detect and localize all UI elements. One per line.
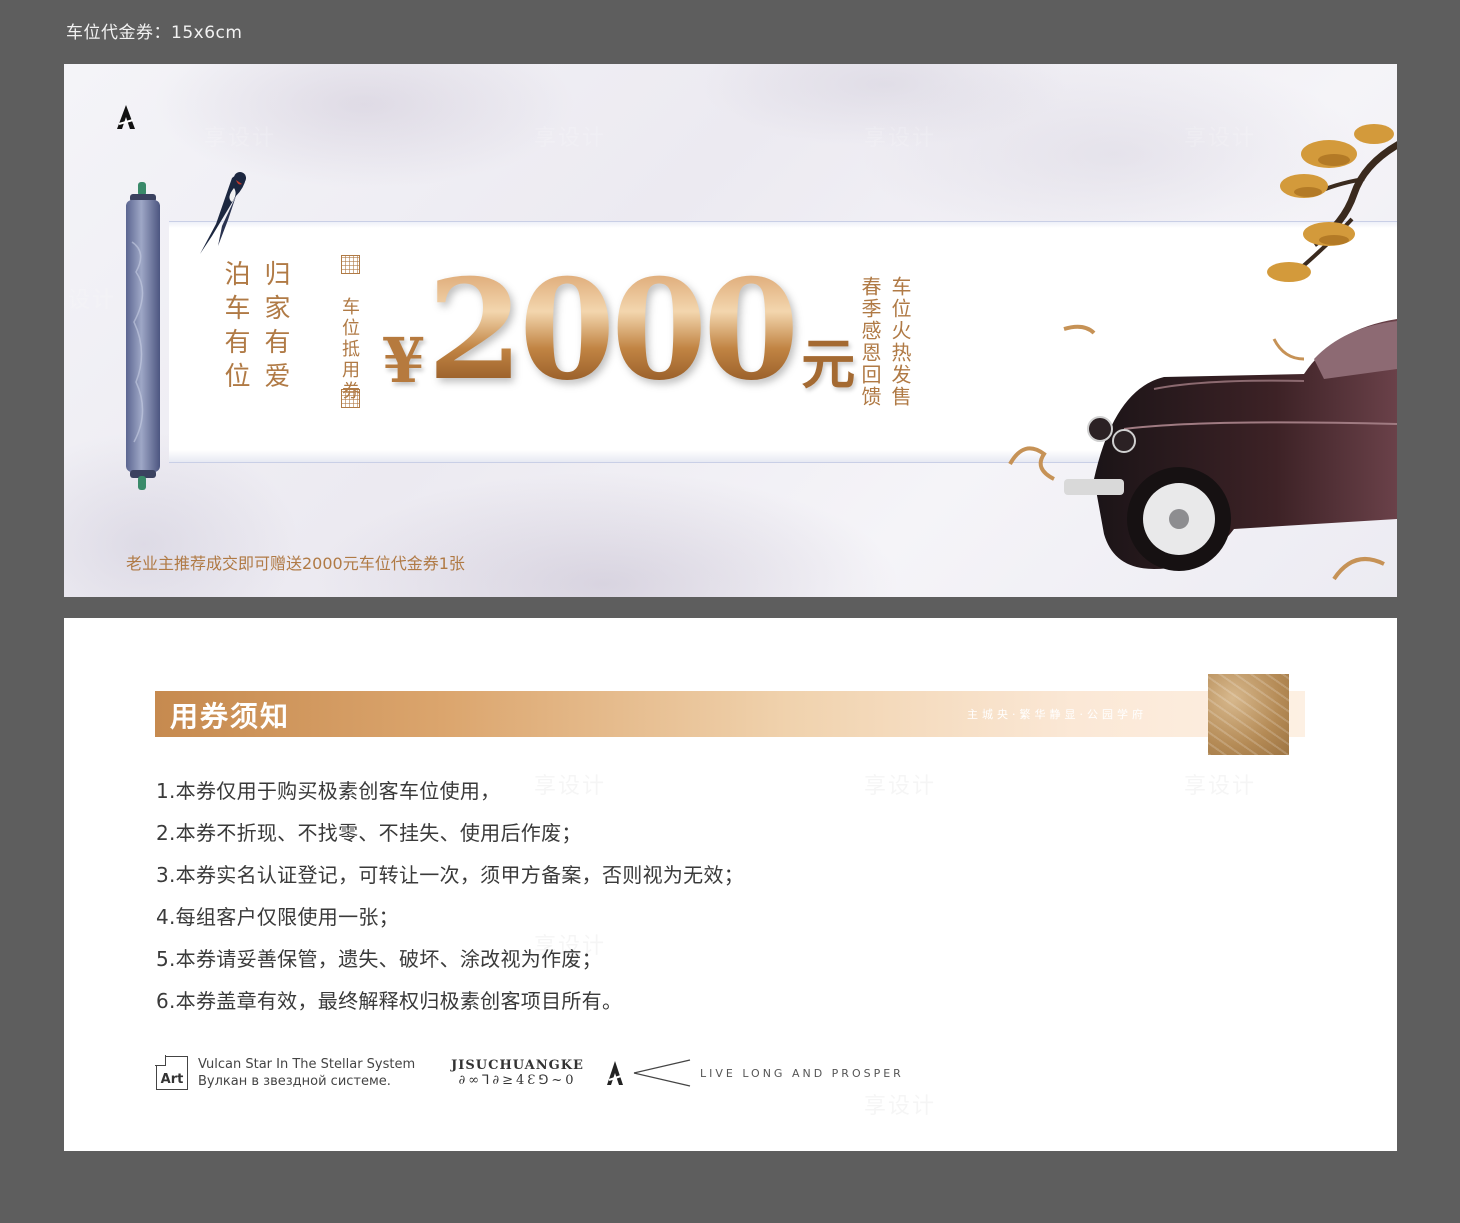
swallow-icon	[200, 172, 246, 254]
notice-title: 用券须知	[170, 700, 291, 733]
watermark: 享设计	[534, 126, 607, 151]
spec-label: 车位代金券：15x6cm	[66, 23, 243, 43]
pine-icon	[1267, 124, 1397, 282]
seal-icon	[341, 389, 360, 408]
watermark: 享设计	[204, 126, 277, 151]
promo-column: 车位火热发售	[888, 276, 912, 408]
slogan-column: 归家有爱	[260, 260, 290, 396]
rule-item: 6.本券盖章有效，最终解释权归极素创客项目所有。	[156, 989, 623, 1013]
footnote: 老业主推荐成交即可赠送2000元车位代金券1张	[126, 554, 465, 573]
voucher-amount: ¥ 2000 元	[382, 247, 856, 411]
slogan: 泊车有位 归家有爱	[220, 260, 290, 396]
promo-text: 春季感恩回馈 车位火热发售	[858, 276, 912, 408]
brand-a-icon	[117, 105, 135, 129]
vintage-car-icon	[1008, 319, 1397, 581]
slogan-column: 泊车有位	[220, 260, 250, 396]
currency-symbol: ¥	[382, 324, 426, 397]
seal-icon	[341, 255, 360, 274]
brand-wordmark: JISUCHUANGKE ∂∞⅂∂≥4Ɛ⅁~0	[451, 1058, 584, 1088]
voucher-front: 享设计 享设计 享设计 享设计 享设计 享设计 享设计 泊车有位 归家	[64, 64, 1397, 597]
art-logo-text: Art	[160, 1072, 184, 1087]
promo-column: 春季感恩回馈	[858, 276, 882, 408]
art-logo-icon: Art	[156, 1056, 188, 1090]
amount-unit: 元	[801, 333, 856, 396]
rule-item: 3.本券实名认证登记，可转让一次，须甲方备案，否则视为无效；	[156, 863, 745, 887]
amount-number: 2000	[427, 247, 799, 411]
brand-wordmark-top: JISUCHUANGKE	[451, 1058, 584, 1073]
rule-item: 1.本券仅用于购买极素创客车位使用，	[156, 779, 501, 803]
watermark: 享设计	[64, 288, 117, 313]
usage-rules: 1.本券仅用于购买极素创客车位使用， 2.本券不折现、不找零、不挂失、使用后作废…	[156, 770, 744, 1022]
art-caption-line: Vulcan Star In The Stellar System	[198, 1057, 416, 1072]
notice-tagline: 主城央·繁华静显·公园学府	[967, 708, 1147, 721]
voucher-back: 享设计 享设计 享设计 享设计 享设计 用券须知 主城央·繁华静显·公园学府 1…	[64, 618, 1397, 1151]
art-caption: Vulcan Star In The Stellar System Вулкан…	[198, 1056, 415, 1090]
rule-item: 5.本券请妥善保管，遗失、破坏、涂改视为作废；	[156, 947, 602, 971]
watermark: 享设计	[864, 768, 936, 800]
watermark: 享设计	[1184, 768, 1256, 800]
brand-wordmark-bottom: ∂∞⅂∂≥4Ɛ⅁~0	[458, 1073, 577, 1088]
rule-item: 2.本券不折现、不找零、不挂失、使用后作废；	[156, 821, 582, 845]
watermark: 享设计	[864, 1088, 936, 1120]
gold-texture-swatch	[1208, 674, 1289, 755]
crossed-lines-icon	[633, 1059, 691, 1087]
footer-brand-row: Art Vulcan Star In The Stellar System Ву…	[156, 1056, 904, 1090]
watermark: 享设计	[864, 126, 937, 151]
footer-tagline: LIVE LONG AND PROSPER	[699, 1066, 904, 1080]
notice-header: 用券须知 主城央·繁华静显·公园学府	[155, 691, 1305, 737]
art-caption-line: Вулкан в звездной системе.	[198, 1074, 391, 1089]
voucher-type: 车位抵用券	[339, 297, 360, 402]
brand-a-icon	[606, 1061, 623, 1085]
scroll-icon	[126, 182, 160, 490]
rule-item: 4.每组客户仅限使用一张；	[156, 905, 399, 929]
